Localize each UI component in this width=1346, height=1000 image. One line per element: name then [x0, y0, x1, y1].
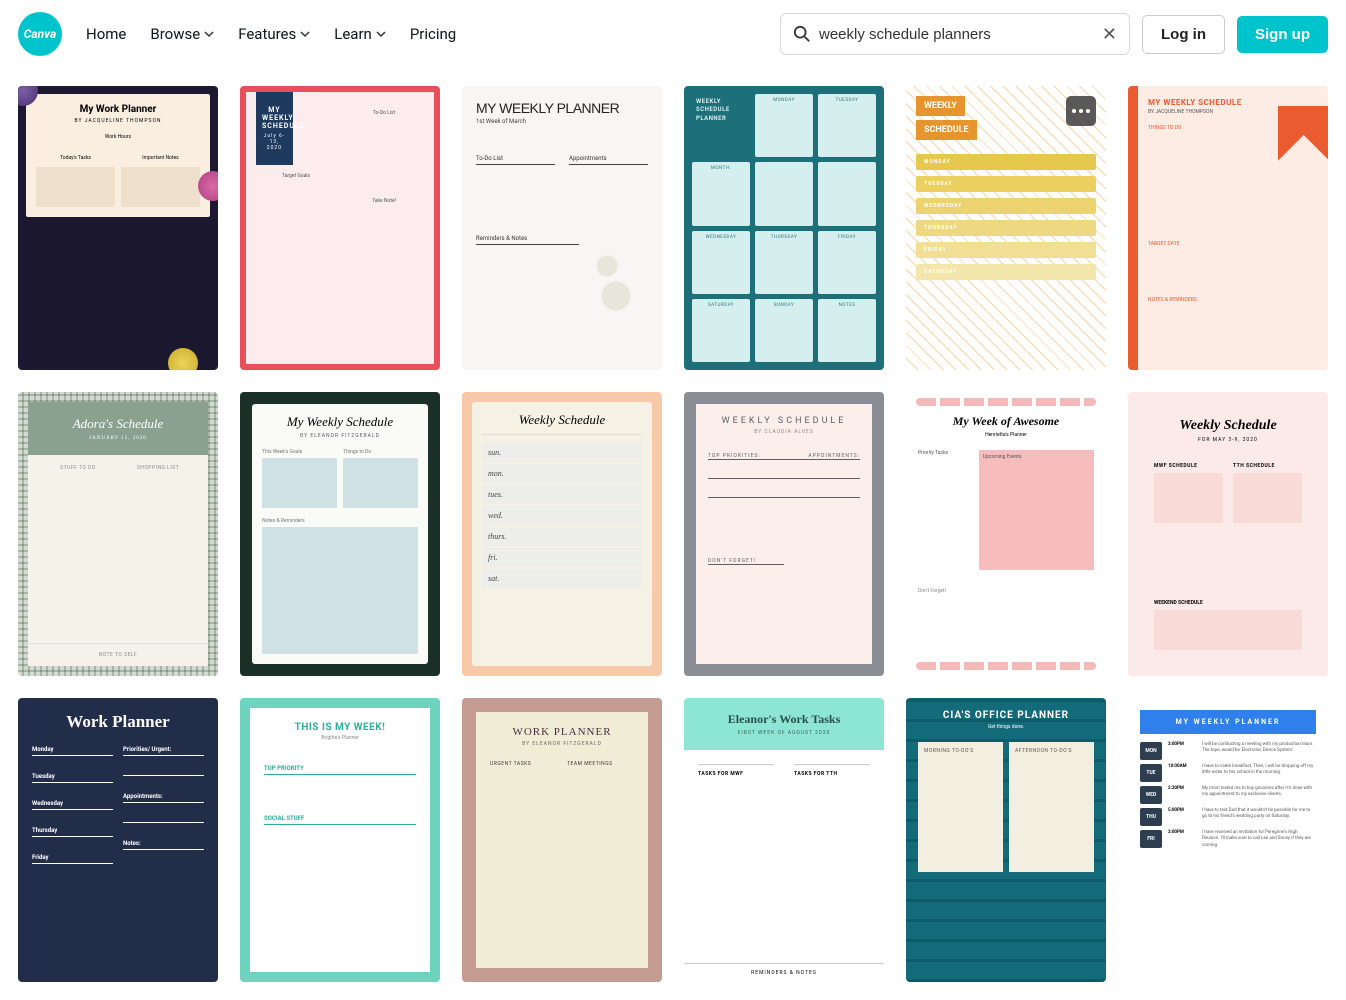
template-card[interactable]: WEEKLY SCHEDULE MONDAY TUESDAY WEDNESDAY… [906, 86, 1106, 370]
template-card[interactable]: CIA'S OFFICE PLANNER Get things done. MO… [906, 698, 1106, 982]
template-card[interactable]: WEEKLY SCHEDULE BY CLAUDIA ALVES TOP PRI… [684, 392, 884, 676]
template-grid: My Work Planner BY JACQUELINE THOMPSON W… [0, 68, 1346, 1000]
main-nav: Home Browse Features Learn Pricing [86, 25, 456, 43]
login-button[interactable]: Log in [1142, 15, 1225, 54]
template-card[interactable]: WEEKLY SCHEDULE PLANNER MONDAY TUESDAY M… [684, 86, 884, 370]
nav-pricing[interactable]: Pricing [410, 25, 456, 43]
chevron-down-icon [204, 29, 214, 39]
nav-browse[interactable]: Browse [150, 25, 214, 43]
canva-logo[interactable]: Canva [18, 12, 62, 56]
template-card[interactable]: My Week of Awesome Henrietta's Planner P… [906, 392, 1106, 676]
search-input[interactable] [811, 26, 1102, 43]
template-card[interactable]: Weekly Schedule FOR MAY 3-9, 2020 MWF SC… [1128, 392, 1328, 676]
template-card[interactable]: MY WEEKLY PLANNER MON3:00PMI will be con… [1128, 698, 1328, 982]
signup-button[interactable]: Sign up [1237, 16, 1328, 53]
template-card[interactable]: My Weekly Schedule BY ELEANOR FITZGERALD… [240, 392, 440, 676]
template-card[interactable]: My Work Planner BY JACQUELINE THOMPSON W… [18, 86, 218, 370]
template-card[interactable]: Adora's ScheduleJANUARY 15, 2020 STUFF T… [18, 392, 218, 676]
nav-learn[interactable]: Learn [334, 25, 386, 43]
chevron-down-icon [300, 29, 310, 39]
template-card[interactable]: MY WEEKLY PLANNER 1st Week of March To-D… [462, 86, 662, 370]
nav-features[interactable]: Features [238, 25, 310, 43]
template-card[interactable]: Work Planner Monday Tuesday Wednesday Th… [18, 698, 218, 982]
main-header: Canva Home Browse Features Learn Pricing… [0, 0, 1346, 68]
template-card[interactable]: THIS IS MY WEEK! Brigitte's Planner TOP … [240, 698, 440, 982]
template-card[interactable]: Weekly Schedule sun. mon. tues. wed. thu… [462, 392, 662, 676]
nav-home[interactable]: Home [86, 25, 126, 43]
chevron-down-icon [376, 29, 386, 39]
clear-search-icon[interactable]: ✕ [1102, 24, 1117, 45]
search-box[interactable]: ✕ [780, 13, 1130, 55]
search-icon [793, 25, 811, 43]
template-card[interactable]: WORK PLANNER BY ELEANOR FITZGERALD URGEN… [462, 698, 662, 982]
template-card[interactable]: MY WEEKLY SCHEDULE BY JACQUELINE THOMPSO… [1128, 86, 1328, 370]
template-card[interactable]: Eleanor's Work Tasks FIRST WEEK OF AUGUS… [684, 698, 884, 982]
template-card[interactable]: MY WEEKLY SCHEDULEJuly 6-13, 2020 Target… [240, 86, 440, 370]
